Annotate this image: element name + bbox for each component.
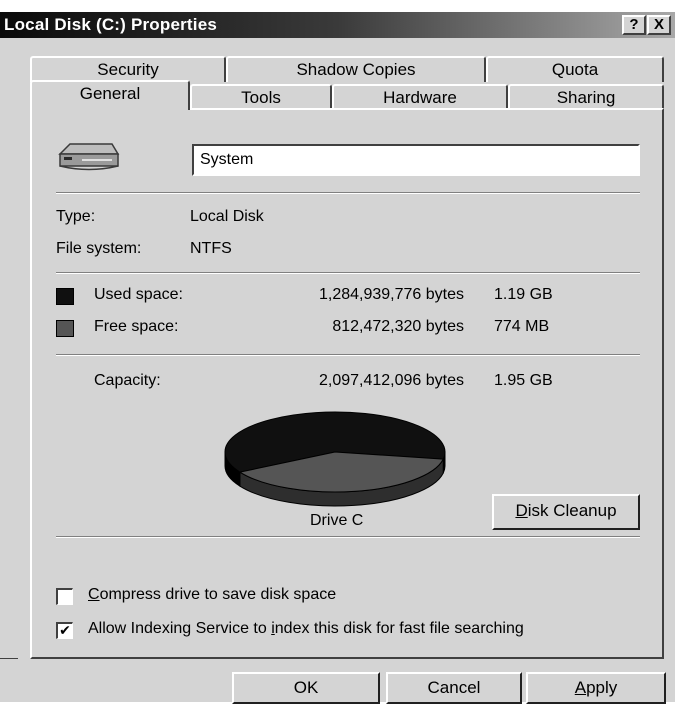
top-strip [0, 0, 675, 12]
apply-accel: A [574, 678, 587, 697]
separator [56, 192, 640, 194]
properties-window: Local Disk (C:) Properties ? X Security … [0, 0, 675, 704]
check-mark-icon: ✔ [59, 622, 71, 638]
drive-label: Drive C [310, 512, 364, 529]
tab-sharing-label: Sharing [556, 88, 616, 107]
disk-usage-pie-chart [224, 411, 446, 507]
close-icon: X [653, 16, 664, 33]
edge-line [0, 658, 18, 659]
tab-quota[interactable]: Quota [486, 56, 664, 82]
type-value: Local Disk [190, 208, 264, 225]
help-button[interactable]: ? [622, 15, 646, 35]
tab-quota-label: Quota [551, 60, 599, 79]
disk-cleanup-button[interactable]: Disk Cleanup [492, 494, 640, 530]
used-space-bytes: 1,284,939,776 bytes [318, 286, 464, 303]
indexing-text-rest: ndex this disk for fast file searching [274, 620, 524, 637]
apply-label: pply [586, 678, 618, 697]
tab-shadow-copies-label: Shadow Copies [296, 60, 416, 79]
tab-tools[interactable]: Tools [190, 84, 332, 110]
used-space-label: Used space: [94, 286, 183, 303]
separator [56, 536, 640, 538]
disk-cleanup-accel: D [515, 501, 528, 520]
tab-general-label: General [79, 84, 141, 103]
compress-label[interactable]: Compress drive to save disk space [88, 586, 336, 604]
tab-shadow-copies[interactable]: Shadow Copies [226, 56, 486, 82]
window-title: Local Disk (C:) Properties [4, 15, 218, 34]
compress-text: ompress drive to save disk space [99, 586, 337, 603]
ok-button[interactable]: OK [232, 672, 380, 704]
compress-accel: C [88, 586, 100, 603]
capacity-bytes: 2,097,412,096 bytes [318, 372, 464, 389]
tab-tools-label: Tools [241, 88, 281, 107]
separator [56, 272, 640, 274]
tab-sharing[interactable]: Sharing [508, 84, 664, 110]
used-space-swatch [56, 288, 74, 305]
title-bar[interactable]: Local Disk (C:) Properties ? X [0, 12, 675, 38]
tab-hardware-label: Hardware [383, 88, 457, 107]
indexing-text-pre: Allow Indexing Service to [88, 620, 272, 637]
indexing-checkbox[interactable]: ✔ [56, 622, 73, 639]
tab-security-label: Security [97, 60, 159, 79]
filesystem-label: File system: [56, 240, 142, 257]
capacity-size: 1.95 GB [494, 372, 553, 389]
free-space-size: 774 MB [494, 318, 550, 335]
pie-chart-top [224, 411, 446, 493]
filesystem-value: NTFS [190, 240, 232, 257]
cancel-button[interactable]: Cancel [386, 672, 522, 704]
close-button[interactable]: X [647, 15, 671, 35]
volume-name-input[interactable] [192, 144, 640, 176]
type-label: Type: [56, 208, 96, 225]
indexing-label[interactable]: Allow Indexing Service to index this dis… [88, 620, 524, 638]
hard-drive-icon [58, 143, 120, 171]
tab-general[interactable]: General [30, 80, 190, 110]
used-space-size: 1.19 GB [494, 286, 553, 303]
free-space-label: Free space: [94, 318, 179, 335]
compress-checkbox[interactable] [56, 588, 73, 605]
free-space-swatch [56, 320, 74, 337]
ok-label: OK [293, 678, 319, 697]
tab-security[interactable]: Security [30, 56, 226, 82]
general-tab-panel: Type: Local Disk File system: NTFS Used … [30, 108, 664, 659]
disk-cleanup-label: isk Cleanup [527, 501, 617, 520]
cancel-label: Cancel [427, 678, 481, 697]
separator [56, 354, 640, 356]
capacity-label: Capacity: [94, 372, 161, 389]
help-icon: ? [629, 16, 639, 33]
free-space-bytes: 812,472,320 bytes [332, 318, 464, 335]
apply-button[interactable]: Apply [526, 672, 666, 704]
tab-hardware[interactable]: Hardware [332, 84, 508, 110]
